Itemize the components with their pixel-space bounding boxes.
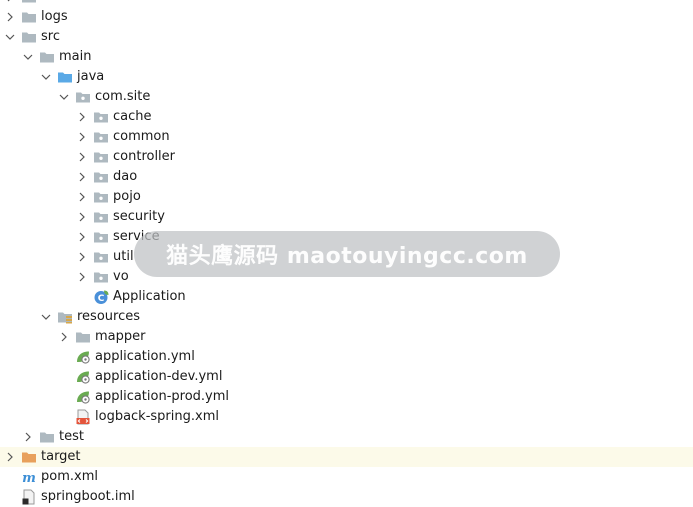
package-icon xyxy=(75,89,91,105)
watermark: 猫头鹰源码 maotouyingcc.com xyxy=(134,231,560,277)
tree-item-com-site[interactable]: com.site xyxy=(0,87,693,107)
source-folder-icon xyxy=(57,69,73,85)
tree-item-security[interactable]: security xyxy=(0,207,693,227)
tree-item-test[interactable]: test xyxy=(0,427,693,447)
tree-item-label: vo xyxy=(113,269,129,284)
tree-item-fileo[interactable]: fileo xyxy=(0,0,693,7)
chevron-right-icon[interactable] xyxy=(75,227,89,247)
resources-folder-icon xyxy=(57,309,73,325)
package-icon xyxy=(93,149,109,165)
chevron-down-icon[interactable] xyxy=(57,87,71,107)
folder-icon xyxy=(21,9,37,25)
package-icon xyxy=(93,109,109,125)
chevron-right-icon[interactable] xyxy=(75,187,89,207)
folder-icon xyxy=(39,49,55,65)
package-icon xyxy=(93,129,109,145)
tree-item-common[interactable]: common xyxy=(0,127,693,147)
chevron-right-icon[interactable] xyxy=(21,427,35,447)
tree-item-application-yml[interactable]: application.yml xyxy=(0,347,693,367)
tree-item-label: application-dev.yml xyxy=(95,369,223,384)
package-icon xyxy=(93,229,109,245)
package-icon xyxy=(93,169,109,185)
chevron-right-icon[interactable] xyxy=(3,447,17,467)
chevron-right-icon[interactable] xyxy=(75,247,89,267)
tree-item-label: fileo xyxy=(41,0,69,7)
tree-item-logback-spring-xml[interactable]: logback-spring.xml xyxy=(0,407,693,427)
tree-item-java[interactable]: java xyxy=(0,67,693,87)
folder-icon xyxy=(21,0,37,5)
svg-text:C: C xyxy=(98,294,105,304)
tree-item-label: pojo xyxy=(113,189,141,204)
tree-item-mapper[interactable]: mapper xyxy=(0,327,693,347)
tree-item-cache[interactable]: cache xyxy=(0,107,693,127)
tree-item-label: test xyxy=(59,429,84,444)
tree-item-application-prod-yml[interactable]: application-prod.yml xyxy=(0,387,693,407)
tree-item-label: springboot.iml xyxy=(41,489,135,504)
tree-item-label: java xyxy=(77,69,105,84)
tree-item-src[interactable]: src xyxy=(0,27,693,47)
tree-item-label: target xyxy=(41,449,81,464)
chevron-right-icon[interactable] xyxy=(75,127,89,147)
tree-item-label: controller xyxy=(113,149,176,164)
tree-item-application-dev-yml[interactable]: application-dev.yml xyxy=(0,367,693,387)
tree-item-controller[interactable]: controller xyxy=(0,147,693,167)
chevron-right-icon[interactable] xyxy=(57,327,71,347)
chevron-right-icon[interactable] xyxy=(75,167,89,187)
chevron-down-icon[interactable] xyxy=(39,67,53,87)
tree-item-target[interactable]: target xyxy=(0,447,693,467)
tree-item-label: logs xyxy=(41,9,68,24)
tree-item-label: com.site xyxy=(95,89,151,104)
tree-item-label: mapper xyxy=(95,329,146,344)
chevron-right-icon[interactable] xyxy=(3,0,17,7)
chevron-right-icon[interactable] xyxy=(75,147,89,167)
package-icon xyxy=(93,189,109,205)
chevron-down-icon[interactable] xyxy=(21,47,35,67)
chevron-right-icon[interactable] xyxy=(3,7,17,27)
tree-item-pom-xml[interactable]: m pom.xml xyxy=(0,467,693,487)
tree-item-label: security xyxy=(113,209,165,224)
chevron-right-icon[interactable] xyxy=(75,107,89,127)
folder-icon xyxy=(39,429,55,445)
package-icon xyxy=(93,269,109,285)
tree-item-application[interactable]: C Application xyxy=(0,287,693,307)
tree-item-label: resources xyxy=(77,309,141,324)
spring-yml-icon xyxy=(75,349,91,365)
maven-icon: m xyxy=(21,469,37,485)
package-icon xyxy=(93,209,109,225)
watermark-text: 猫头鹰源码 maotouyingcc.com xyxy=(166,244,528,269)
tree-item-pojo[interactable]: pojo xyxy=(0,187,693,207)
tree-item-label: cache xyxy=(113,109,152,124)
chevron-right-icon[interactable] xyxy=(75,267,89,287)
chevron-down-icon[interactable] xyxy=(39,307,53,327)
tree-item-springboot-iml[interactable]: springboot.iml xyxy=(0,487,693,507)
tree-item-label: application-prod.yml xyxy=(95,389,230,404)
tree-item-logs[interactable]: logs xyxy=(0,7,693,27)
spring-class-icon: C xyxy=(93,289,109,305)
tree-item-label: Application xyxy=(113,289,186,304)
tree-item-label: main xyxy=(59,49,92,64)
tree-item-label: logback-spring.xml xyxy=(95,409,219,424)
folder-icon xyxy=(75,329,91,345)
xml-file-icon xyxy=(75,409,91,425)
tree-item-dao[interactable]: dao xyxy=(0,167,693,187)
tree-item-label: common xyxy=(113,129,170,144)
iml-file-icon xyxy=(21,489,37,505)
tree-item-label: dao xyxy=(113,169,138,184)
tree-item-label: src xyxy=(41,29,60,44)
chevron-right-icon[interactable] xyxy=(75,207,89,227)
folder-icon xyxy=(21,29,37,45)
tree-item-label: util xyxy=(113,249,134,264)
tree-item-main[interactable]: main xyxy=(0,47,693,67)
tree-item-label: application.yml xyxy=(95,349,195,364)
package-icon xyxy=(93,249,109,265)
tree-item-label: pom.xml xyxy=(41,469,98,484)
chevron-down-icon[interactable] xyxy=(3,27,17,47)
tree-item-resources[interactable]: resources xyxy=(0,307,693,327)
spring-yml-icon xyxy=(75,389,91,405)
excluded-folder-icon xyxy=(21,449,37,465)
spring-yml-icon xyxy=(75,369,91,385)
svg-text:m: m xyxy=(22,471,36,485)
